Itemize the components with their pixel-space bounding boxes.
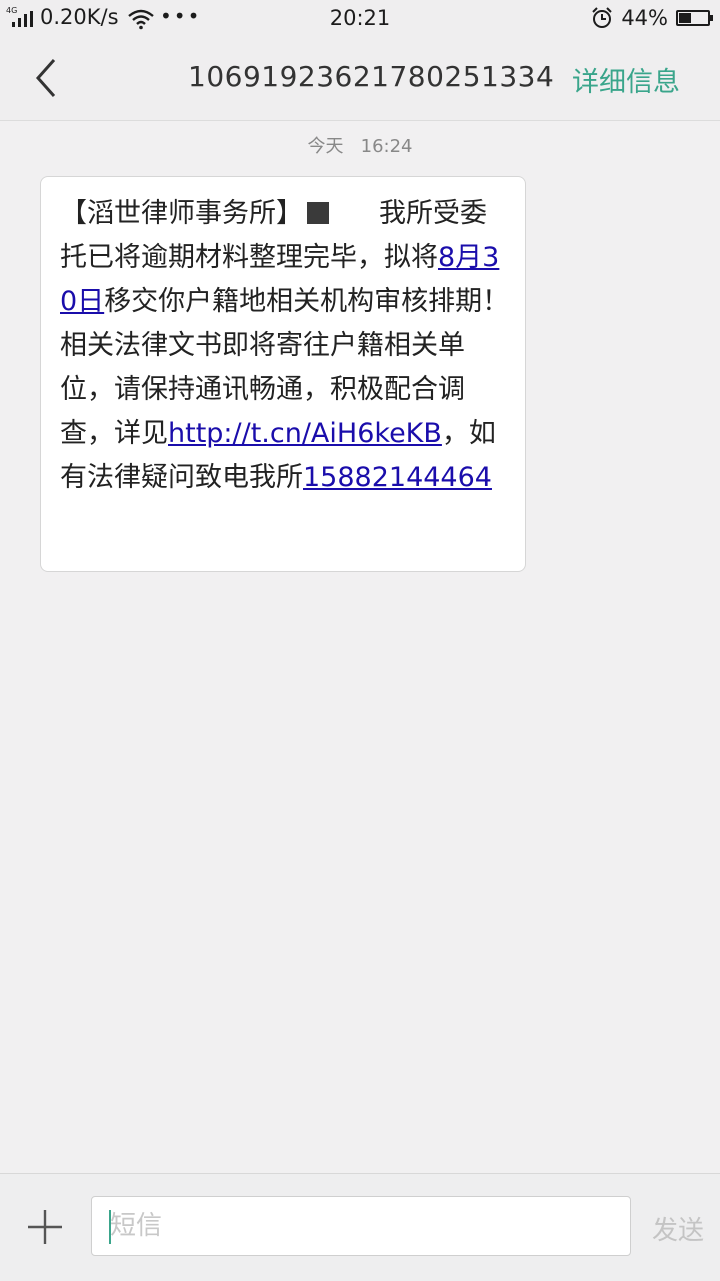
battery-icon xyxy=(676,10,713,26)
sender-number: 1069192362178025133​4 xyxy=(188,60,555,93)
date-label: 今天 xyxy=(307,136,344,157)
text-cursor xyxy=(109,1210,111,1244)
send-button[interactable]: 发送 xyxy=(652,1210,704,1247)
composer-bar: 发送 xyxy=(0,1173,720,1281)
phone-link[interactable]: 15882144464 xyxy=(303,462,492,493)
plus-icon[interactable] xyxy=(26,1208,64,1246)
conversation-header: 1069192362178025133​4 详细信息 xyxy=(0,36,720,121)
message-input[interactable] xyxy=(91,1196,631,1256)
redaction-block xyxy=(307,202,329,224)
message-timestamp: 今天 16:24 xyxy=(0,132,720,158)
status-bar: 4G 0.20K/s ••• 20:21 44% xyxy=(0,0,720,36)
battery-percent: 44% xyxy=(621,6,668,30)
battery-fill xyxy=(679,13,691,23)
time-label: 16:24 xyxy=(360,136,413,157)
alarm-icon xyxy=(592,7,613,28)
message-sender-prefix: 【滔世律师事务所】 xyxy=(60,198,303,229)
message-text: 【滔世律师事务所】 我所受委托已将逾期材料整理完毕，拟将8月30日移交你户籍地相关… xyxy=(60,192,510,500)
url-link[interactable]: http://t.cn/AiH6keKB xyxy=(168,418,442,449)
chevron-left-icon[interactable] xyxy=(26,54,66,102)
details-button[interactable]: 详细信息 xyxy=(572,60,680,99)
